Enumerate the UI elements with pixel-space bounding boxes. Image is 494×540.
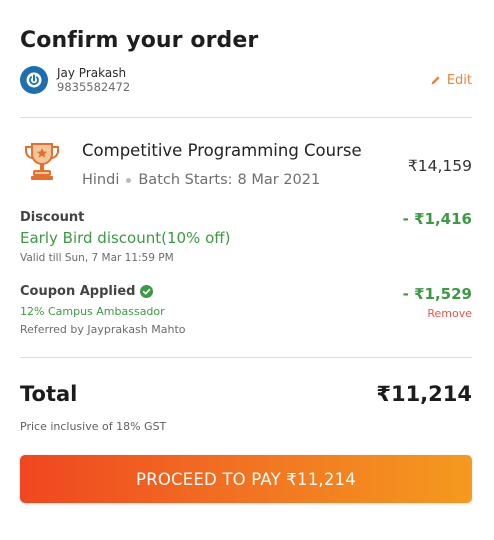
course-name: Competitive Programming Course: [82, 141, 362, 160]
user-summary: Jay Prakash 9835582472: [20, 66, 130, 94]
avatar: [20, 66, 48, 94]
separator-dot: [126, 177, 132, 183]
batch-label: Batch Starts:: [138, 172, 233, 188]
total-label: Total: [20, 382, 78, 406]
divider: [20, 117, 472, 118]
coupon-referral: Referred by Jayprakash Mahto: [20, 323, 186, 336]
coupon-code: 12% Campus Ambassador: [20, 305, 165, 318]
course-price: ₹14,159: [407, 157, 472, 175]
proceed-to-pay-button[interactable]: PROCEED TO PAY ₹11,214: [20, 455, 472, 503]
discount-validity: Valid till Sun, 7 Mar 11:59 PM: [20, 252, 174, 264]
gst-note: Price inclusive of 18% GST: [20, 420, 167, 433]
discount-label: Discount: [20, 210, 85, 225]
remove-coupon-button[interactable]: Remove: [427, 307, 472, 320]
check-circle-icon: [140, 285, 154, 298]
power-icon: [26, 72, 42, 88]
user-name: Jay Prakash: [57, 66, 127, 80]
course-meta: Hindi Batch Starts: 8 Mar 2021: [82, 172, 320, 188]
coupon-amount: - ₹1,529: [402, 285, 472, 303]
total-amount: ₹11,214: [376, 382, 472, 406]
coupon-label: Coupon Applied: [20, 284, 136, 299]
discount-amount: - ₹1,416: [402, 210, 472, 228]
page-title: Confirm your order: [20, 28, 259, 53]
coupon-header: Coupon Applied: [20, 284, 154, 299]
course-language: Hindi: [82, 172, 120, 188]
batch-date: 8 Mar 2021: [237, 172, 321, 188]
user-phone: 9835582472: [57, 80, 131, 94]
edit-label: Edit: [446, 73, 472, 88]
divider: [20, 357, 472, 358]
edit-button[interactable]: Edit: [430, 73, 472, 88]
trophy-icon: [22, 140, 62, 188]
discount-name: Early Bird discount(10% off): [20, 229, 231, 247]
pencil-icon: [431, 76, 440, 85]
